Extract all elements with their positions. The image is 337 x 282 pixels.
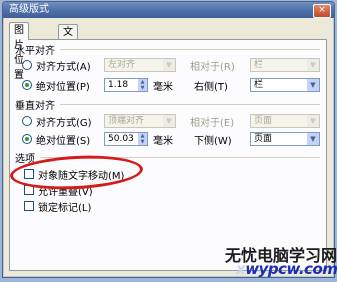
vertical-align-radio[interactable] — [22, 116, 32, 126]
vertical-absolute-input[interactable]: 50.03 ▲ ▼ — [104, 132, 148, 146]
watermark-url-text: wypcw.com — [245, 260, 337, 278]
lock-anchor-checkbox[interactable] — [24, 201, 34, 211]
lock-anchor-label: 锁定标记(L) — [38, 203, 92, 214]
spin-arrows-icon[interactable]: ▲ ▼ — [138, 79, 147, 91]
vertical-absolute-label: 绝对位置(S) — [36, 136, 91, 147]
vertical-relative-select[interactable]: 页面 ▼ — [250, 114, 320, 128]
title-bar: 高级版式 × — [3, 2, 334, 18]
chevron-down-icon: ▼ — [163, 115, 175, 127]
horizontal-separator — [60, 49, 320, 50]
watermark-url-lead: x — [236, 260, 246, 278]
vertical-absolute-radio[interactable] — [22, 134, 32, 144]
chevron-down-icon: ▼ — [307, 59, 319, 71]
vertical-unit-label: 毫米 — [153, 136, 173, 147]
vertical-section-title: 垂直对齐 — [15, 101, 55, 112]
horizontal-relative-label: 相对于(R) — [190, 62, 235, 73]
horizontal-relative-value: 栏 — [254, 60, 264, 70]
horizontal-absolute-value: 1.18 — [108, 80, 129, 90]
tab-text-wrapping[interactable]: 文字环绕 — [58, 24, 78, 83]
vertical-align-value: 顶端对齐 — [108, 116, 145, 126]
vertical-below-label: 下侧(W) — [194, 136, 232, 147]
vertical-below-value: 页面 — [254, 134, 273, 144]
vertical-align-select[interactable]: 顶端对齐 ▼ — [104, 114, 176, 128]
vertical-below-select[interactable]: 页面 ▼ — [250, 132, 320, 146]
chevron-down-icon: ▼ — [307, 115, 319, 127]
horizontal-right-of-label: 右侧(T) — [194, 82, 228, 93]
horizontal-right-of-select[interactable]: 栏 ▼ — [250, 78, 320, 92]
horizontal-align-label: 对齐方式(A) — [36, 62, 91, 73]
horizontal-absolute-input[interactable]: 1.18 ▲ ▼ — [104, 78, 148, 92]
horizontal-relative-select[interactable]: 栏 ▼ — [250, 58, 320, 72]
horizontal-absolute-label: 绝对位置(P) — [36, 82, 90, 93]
spin-arrows-icon[interactable]: ▲ ▼ — [138, 133, 147, 145]
watermark-url: xwypcw.com — [236, 260, 337, 278]
chevron-down-icon: ▼ — [307, 133, 319, 145]
advanced-layout-dialog: 高级版式 × 图片位置 文字环绕 水平对齐 对齐方式(A) 左对齐 ▼ 相对于(… — [2, 1, 335, 278]
vertical-relative-label: 相对于(E) — [190, 118, 235, 129]
vertical-separator — [60, 104, 320, 105]
vertical-absolute-value: 50.03 — [108, 134, 134, 144]
picture-position-panel: 水平对齐 对齐方式(A) 左对齐 ▼ 相对于(R) 栏 ▼ 绝对位置(P) 1.… — [9, 39, 327, 271]
horizontal-align-select[interactable]: 左对齐 ▼ — [104, 58, 176, 72]
vertical-align-label: 对齐方式(G) — [36, 118, 92, 129]
chevron-down-icon: ▼ — [163, 59, 175, 71]
horizontal-align-value: 左对齐 — [108, 60, 136, 70]
tab-picture-position[interactable]: 图片位置 — [9, 22, 29, 81]
horizontal-right-of-value: 栏 — [254, 80, 264, 90]
chevron-down-icon: ▼ — [307, 79, 319, 91]
horizontal-unit-label: 毫米 — [153, 82, 173, 93]
close-button[interactable]: × — [313, 4, 331, 18]
dialog-title: 高级版式 — [9, 4, 49, 15]
vertical-relative-value: 页面 — [254, 116, 273, 126]
